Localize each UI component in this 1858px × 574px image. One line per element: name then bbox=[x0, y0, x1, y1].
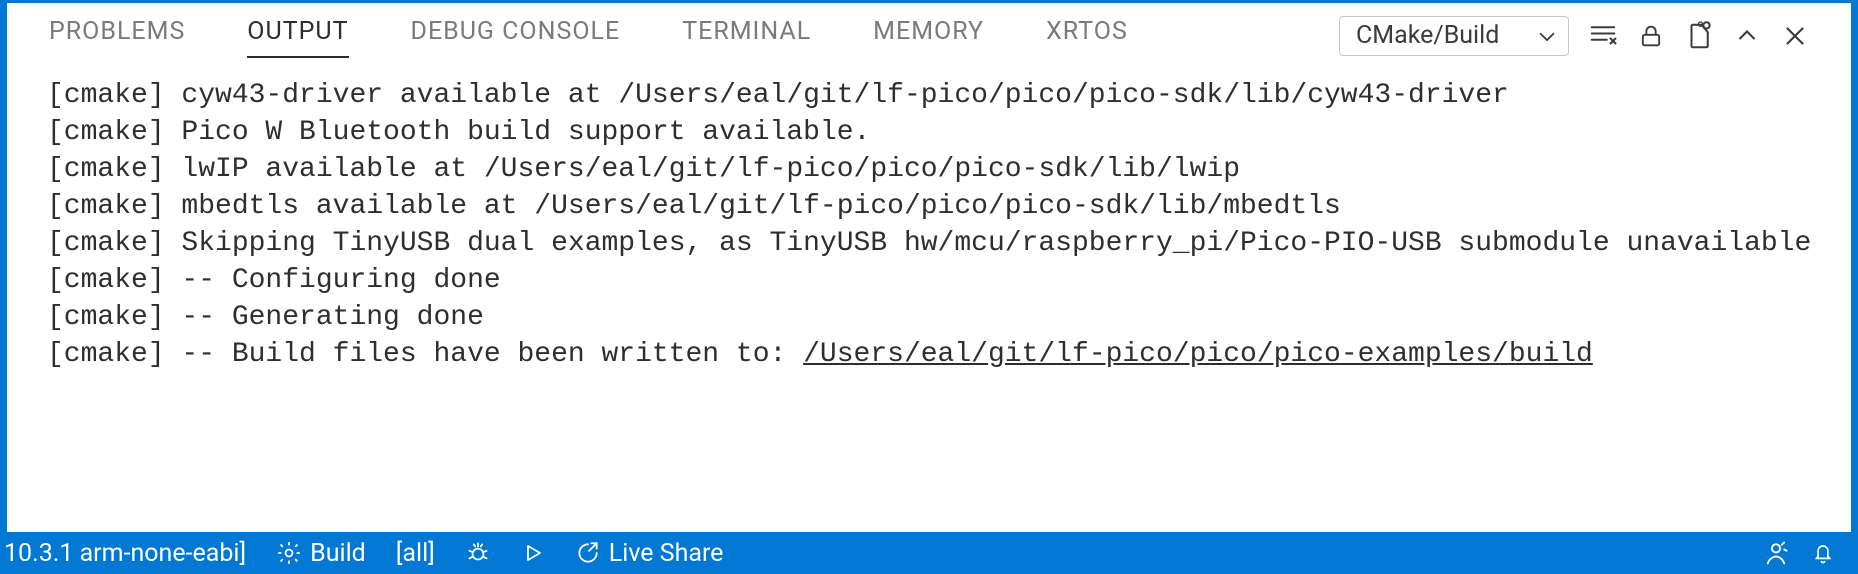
status-toolchain-label: 10.3.1 arm-none-eabi] bbox=[4, 539, 246, 568]
bug-icon bbox=[465, 540, 491, 566]
status-debug-button[interactable] bbox=[465, 540, 491, 566]
feedback-icon bbox=[1762, 539, 1790, 567]
panel-frame: PROBLEMS OUTPUT DEBUG CONSOLE TERMINAL M… bbox=[7, 3, 1851, 532]
status-bar: 10.3.1 arm-none-eabi] Build [all] bbox=[0, 532, 1858, 574]
panel-tabbar: PROBLEMS OUTPUT DEBUG CONSOLE TERMINAL M… bbox=[7, 3, 1851, 69]
output-channel-label: CMake/Build bbox=[1356, 21, 1499, 50]
output-line: [cmake] -- Build files have been written… bbox=[47, 336, 1851, 373]
clear-output-icon[interactable] bbox=[1583, 16, 1623, 56]
status-build[interactable]: Build bbox=[276, 539, 366, 568]
status-build-variant[interactable]: [all] bbox=[396, 539, 435, 568]
tab-memory[interactable]: MEMORY bbox=[873, 13, 984, 58]
status-run-button[interactable] bbox=[521, 541, 545, 565]
status-feedback[interactable] bbox=[1762, 539, 1790, 567]
output-line: [cmake] -- Configuring done bbox=[47, 262, 1851, 299]
output-text: [cmake] mbedtls available at /Users/eal/… bbox=[47, 191, 1341, 222]
chevron-down-icon bbox=[1536, 25, 1558, 47]
panel-actions: CMake/Build bbox=[1339, 16, 1851, 56]
output-link[interactable]: /Users/eal/git/lf-pico/pico/pico-example… bbox=[803, 339, 1593, 370]
output-line: [cmake] cyw43-driver available at /Users… bbox=[47, 77, 1851, 114]
output-line: [cmake] lwIP available at /Users/eal/git… bbox=[47, 151, 1851, 188]
status-live-share-label: Live Share bbox=[609, 539, 724, 568]
status-build-label: Build bbox=[310, 539, 366, 568]
tab-xrtos[interactable]: XRTOS bbox=[1046, 13, 1128, 58]
output-text: [cmake] -- Build files have been written… bbox=[47, 339, 803, 370]
output-text: [cmake] -- Generating done bbox=[47, 302, 484, 333]
live-share-icon bbox=[575, 540, 609, 566]
open-log-file-icon[interactable] bbox=[1679, 16, 1719, 56]
status-toolchain[interactable]: 10.3.1 arm-none-eabi] bbox=[4, 539, 246, 568]
output-channel-select[interactable]: CMake/Build bbox=[1339, 16, 1569, 56]
lock-scroll-icon[interactable] bbox=[1631, 16, 1671, 56]
output-text: [cmake] Skipping TinyUSB dual examples, … bbox=[47, 228, 1811, 259]
output-text: [cmake] Pico W Bluetooth build support a… bbox=[47, 117, 870, 148]
status-live-share[interactable]: Live Share bbox=[575, 539, 724, 568]
tab-debug-console[interactable]: DEBUG CONSOLE bbox=[411, 13, 621, 58]
output-line: [cmake] -- Generating done bbox=[47, 299, 1851, 336]
status-build-variant-label: [all] bbox=[396, 539, 435, 568]
tab-output[interactable]: OUTPUT bbox=[247, 13, 348, 58]
close-panel-icon[interactable] bbox=[1775, 16, 1815, 56]
tab-terminal[interactable]: TERMINAL bbox=[682, 13, 811, 58]
chevron-up-icon[interactable] bbox=[1727, 16, 1767, 56]
output-text: [cmake] lwIP available at /Users/eal/git… bbox=[47, 154, 1240, 185]
output-text: [cmake] cyw43-driver available at /Users… bbox=[47, 80, 1509, 111]
tab-problems[interactable]: PROBLEMS bbox=[49, 13, 185, 58]
status-notifications[interactable] bbox=[1810, 540, 1836, 566]
output-body[interactable]: [cmake] cyw43-driver available at /Users… bbox=[7, 69, 1851, 532]
bell-icon bbox=[1810, 540, 1836, 566]
gear-icon bbox=[276, 540, 310, 566]
output-line: [cmake] Pico W Bluetooth build support a… bbox=[47, 114, 1851, 151]
play-icon bbox=[521, 541, 545, 565]
output-line: [cmake] mbedtls available at /Users/eal/… bbox=[47, 188, 1851, 225]
output-line: [cmake] Skipping TinyUSB dual examples, … bbox=[47, 225, 1851, 262]
output-text: [cmake] -- Configuring done bbox=[47, 265, 501, 296]
